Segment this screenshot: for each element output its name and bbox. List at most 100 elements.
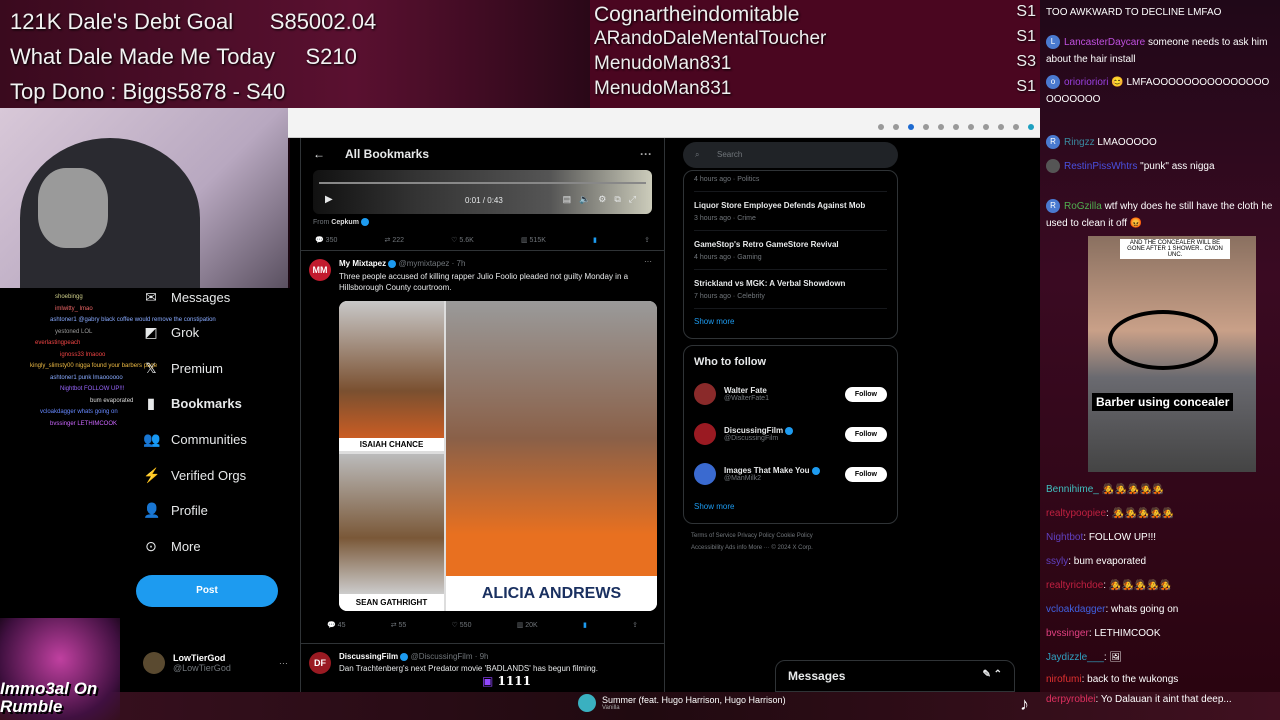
extension-icon[interactable] bbox=[938, 124, 944, 130]
follow-button[interactable]: Follow bbox=[844, 386, 887, 402]
tweet[interactable]: MM My Mixtapez @mymixtapez · 7h Three pe… bbox=[301, 250, 664, 643]
nav-bookmarks[interactable]: ▮ Bookmarks bbox=[143, 395, 242, 412]
chat-text: LMAOOOOO bbox=[1097, 137, 1157, 148]
chat-text: bum evaporated bbox=[1073, 556, 1147, 567]
source-name[interactable]: Cepkum bbox=[331, 219, 359, 226]
music-note-icon: ♪ bbox=[1020, 694, 1029, 714]
chat-username: Nightbot bbox=[1046, 532, 1084, 543]
trend-meta: 4 hours ago · Gaming bbox=[694, 254, 762, 261]
donor-row: Cognartheindomitable S1 bbox=[594, 3, 1036, 28]
show-more-link[interactable]: Show more bbox=[694, 309, 887, 334]
nav-label: Bookmarks bbox=[171, 396, 242, 411]
search-input[interactable]: ⌕ Search bbox=[683, 142, 898, 168]
webcam-feed bbox=[0, 108, 288, 288]
reply-button[interactable]: 💬 45 bbox=[327, 621, 345, 629]
clip-caption-top: AND THE CONCEALER WILL BE GONE AFTER 1 S… bbox=[1120, 239, 1230, 259]
follow-suggestion[interactable]: Images That Make You @ManMilk2 Follow bbox=[694, 454, 887, 494]
extension-icon[interactable] bbox=[1013, 124, 1019, 130]
bookmark-icon[interactable]: ▮ bbox=[583, 621, 587, 629]
more-icon: ⊙ bbox=[145, 538, 157, 554]
extension-icon[interactable] bbox=[878, 124, 884, 130]
trend-item[interactable]: 4 hours ago · Politics bbox=[694, 171, 887, 192]
share-icon[interactable]: ⇪ bbox=[644, 236, 650, 244]
chat-username: LancasterDaycare bbox=[1064, 37, 1146, 48]
channel-logo: Immo3al On Rumble bbox=[0, 618, 120, 720]
chat-message: realtypoopiee: 🧑‍🎤🧑‍🎤🧑‍🎤🧑‍🎤🧑‍🎤 bbox=[1046, 508, 1174, 519]
footer-links: Terms of Service Privacy Policy Cookie P… bbox=[683, 524, 898, 560]
reply-button[interactable]: 💬 350 bbox=[315, 236, 337, 244]
nav-profile[interactable]: 👤 Profile bbox=[143, 502, 208, 519]
who-to-follow-box: Who to follow Walter Fate @WalterFate1 Fol… bbox=[683, 345, 898, 524]
bookmark-icon[interactable]: ▮ bbox=[593, 236, 597, 244]
post-button[interactable]: Post bbox=[136, 575, 278, 607]
video-player[interactable]: ▶ 0:01 / 0:43 ▤🔈⚙⧉⤢ bbox=[313, 170, 652, 214]
chat-username: realtyrichdoe bbox=[1046, 580, 1104, 591]
author-name[interactable]: DiscussingFilm bbox=[339, 652, 398, 661]
messages-drawer[interactable]: Messages ✎ ⌃ bbox=[775, 660, 1015, 692]
like-button[interactable]: ♡ 550 bbox=[452, 621, 472, 629]
video-source: From Cepkum bbox=[301, 214, 664, 230]
mugshot-caption: ISAIAH CHANCE bbox=[339, 438, 444, 451]
nav-communities[interactable]: 👥 Communities bbox=[143, 431, 247, 448]
views-button[interactable]: ▥ 20K bbox=[517, 621, 538, 629]
back-arrow-icon[interactable]: ← bbox=[313, 147, 325, 161]
extension-icon[interactable] bbox=[968, 124, 974, 130]
nav-messages[interactable]: ✉ Messages bbox=[143, 289, 230, 306]
retweet-count: 55 bbox=[398, 622, 407, 629]
extension-icon[interactable] bbox=[908, 124, 914, 130]
show-more-link[interactable]: Show more bbox=[694, 494, 887, 519]
nav-more[interactable]: ⊙ More bbox=[143, 538, 201, 555]
nav-grok[interactable]: ◩ Grok bbox=[143, 324, 199, 341]
chat-message: R RoGzilla wtf why does he still have the… bbox=[1046, 198, 1276, 232]
video-progress[interactable] bbox=[319, 182, 646, 184]
extension-icon[interactable] bbox=[923, 124, 929, 130]
avatar bbox=[694, 463, 716, 485]
overlay-chat-line: bvssinger LETHIMCOOK bbox=[50, 420, 118, 427]
share-icon[interactable]: ⇪ bbox=[632, 621, 638, 629]
follow-suggestion[interactable]: DiscussingFilm @DiscussingFilm Follow bbox=[694, 414, 887, 454]
follow-suggestion[interactable]: Walter Fate @WalterFate1 Follow bbox=[694, 374, 887, 414]
like-button[interactable]: ♡ 5.6K bbox=[451, 236, 474, 244]
suggestion-name: DiscussingFilm bbox=[724, 426, 784, 435]
chat-text: whats going on bbox=[1111, 604, 1179, 615]
views-button[interactable]: ▥ 515K bbox=[521, 236, 546, 244]
video-controls-icon[interactable]: ▤🔈⚙⧉⤢ bbox=[563, 194, 644, 205]
chat-username: oriorioriori bbox=[1064, 77, 1109, 88]
extension-icon[interactable] bbox=[893, 124, 899, 130]
nav-verified-orgs[interactable]: ⚡ Verified Orgs bbox=[143, 467, 246, 484]
retweet-button[interactable]: ⇄ 55 bbox=[391, 621, 407, 629]
extension-icon[interactable] bbox=[953, 124, 959, 130]
donor-amount: S3 bbox=[1016, 53, 1036, 70]
chat-username: Jaydizzle___ bbox=[1046, 652, 1104, 663]
follow-button[interactable]: Follow bbox=[844, 466, 887, 482]
extension-icon[interactable] bbox=[983, 124, 989, 130]
trend-item[interactable]: Liquor Store Employee Defends Against Mo… bbox=[694, 192, 887, 231]
account-switcher[interactable]: LowTierGod @LowTierGod ··· bbox=[143, 652, 288, 674]
play-icon[interactable]: ▶ bbox=[325, 194, 333, 205]
expand-icon[interactable]: ✎ ⌃ bbox=[982, 669, 1002, 683]
more-icon[interactable]: ··· bbox=[279, 658, 288, 668]
chat-text: "punk" ass nigga bbox=[1140, 161, 1215, 172]
song-artist: Vanilla bbox=[602, 705, 620, 711]
tweet-image[interactable]: ISAIAH CHANCE SEAN GATHRIGHT ALICIA ANDR… bbox=[339, 301, 657, 611]
trend-item[interactable]: GameStop's Retro GameStore Revival 4 hour… bbox=[694, 231, 887, 270]
profile-icon[interactable] bbox=[1028, 124, 1034, 130]
retweet-button[interactable]: ⇄ 222 bbox=[385, 236, 405, 244]
more-icon[interactable]: ··· bbox=[640, 147, 652, 161]
suggestion-name: Walter Fate bbox=[724, 386, 767, 395]
user-badge-icon: R bbox=[1046, 135, 1060, 150]
trend-item[interactable]: Strickland vs MGK: A Verbal Showdown 7 ho… bbox=[694, 270, 887, 309]
chat-username: realtypoopiee bbox=[1046, 508, 1107, 519]
nav-premium[interactable]: 𝕏 Premium bbox=[143, 360, 223, 377]
donor-row: MenudoMan831 S3 bbox=[594, 53, 1036, 78]
author-name[interactable]: My Mixtapez bbox=[339, 259, 386, 268]
trend-title: Strickland vs MGK: A Verbal Showdown bbox=[694, 279, 846, 288]
footer-line[interactable]: Accessibility Ads info More ··· © 2024 X… bbox=[691, 542, 890, 554]
more-icon[interactable]: ··· bbox=[644, 257, 652, 266]
extension-icon[interactable] bbox=[998, 124, 1004, 130]
chat-message: L LancasterDaycare someone needs to ask h… bbox=[1046, 34, 1276, 68]
emote-icon: 🧑‍🎤🧑‍🎤🧑‍🎤🧑‍🎤🧑‍🎤 bbox=[1108, 580, 1172, 591]
footer-line[interactable]: Terms of Service Privacy Policy Cookie P… bbox=[691, 530, 890, 542]
album-art bbox=[578, 694, 596, 712]
follow-button[interactable]: Follow bbox=[844, 426, 887, 442]
